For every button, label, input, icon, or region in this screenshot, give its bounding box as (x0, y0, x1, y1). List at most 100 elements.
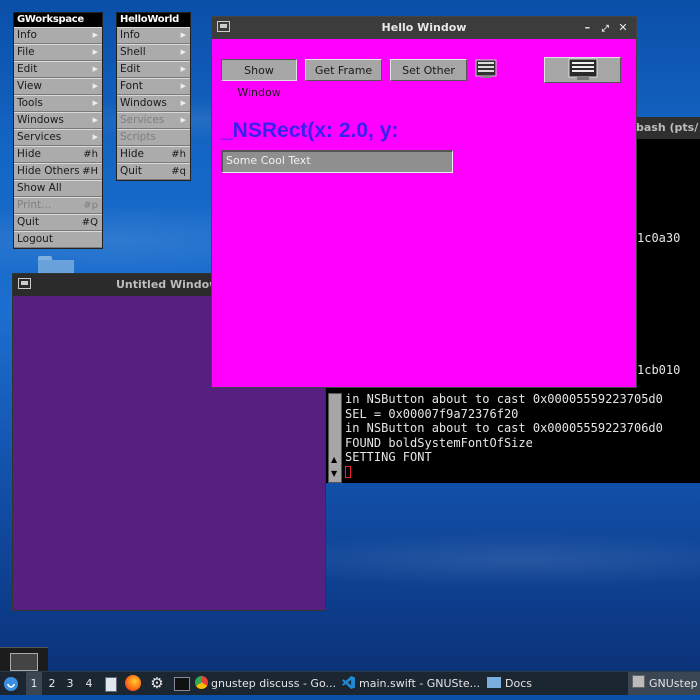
menu-item-edit[interactable]: Edit ▶ (117, 61, 190, 78)
hello-window-titlebar[interactable]: Hello Window – ⤢ ✕ (212, 17, 636, 39)
close-icon[interactable]: ✕ (616, 17, 630, 39)
menu-item-label: File (17, 46, 35, 58)
scroll-up-arrow-icon[interactable]: ▲ (331, 456, 339, 464)
menu-item-label: Shell (120, 46, 146, 58)
terminal-line: in NSButton about to cast 0x000055592237… (345, 392, 663, 406)
taskbar-task-docs[interactable]: Docs (487, 672, 547, 695)
menu-item-label: Services (120, 114, 165, 126)
gnustep-icon[interactable] (475, 59, 497, 79)
menu-item-show-all[interactable]: Show All (14, 180, 102, 197)
submenu-arrow-icon: ▶ (180, 116, 186, 124)
menu-item-label: Quit (17, 216, 39, 228)
menu-shortcut: #h (171, 149, 186, 160)
menu-item-label: Edit (17, 63, 38, 75)
menu-item-edit[interactable]: Edit ▶ (14, 61, 102, 78)
desktop-folder-icon[interactable] (38, 256, 74, 274)
terminal-partial-line-1: 1c0a30 (637, 231, 681, 245)
terminal-output: in NSButton about to cast 0x000055592237… (345, 392, 663, 478)
menu-item-hide[interactable]: Hide #h (117, 146, 190, 163)
menu-item-label: Info (120, 29, 140, 41)
menu-item-label: Edit (120, 63, 141, 75)
maximize-icon[interactable]: ⤢ (598, 18, 612, 40)
menu-item-quit[interactable]: Quit #q (117, 163, 190, 180)
taskbar-task-browser[interactable]: gnustep discuss - Go... (195, 672, 337, 695)
vscode-icon (342, 676, 355, 689)
submenu-arrow-icon: ▶ (92, 82, 98, 90)
workspace-3[interactable]: 3 (63, 672, 77, 695)
taskbar-task-gnustep[interactable]: GNUstep (628, 672, 700, 695)
workspace-1[interactable]: 1 (26, 672, 42, 695)
workspace-4[interactable]: 4 (82, 672, 96, 695)
start-menu-icon[interactable] (3, 672, 21, 695)
menu-item-label: Show All (17, 182, 62, 194)
terminal-line: SETTING FONT (345, 450, 432, 465)
task-label: main.swift - GNUSte... (359, 677, 481, 690)
menu-item-hide-others[interactable]: Hide Others #H (14, 163, 102, 180)
submenu-arrow-icon: ▶ (180, 31, 186, 39)
window-controls: – ⤢ ✕ (580, 17, 630, 39)
menu-item-windows[interactable]: Windows ▶ (14, 112, 102, 129)
window-icon (18, 278, 31, 289)
menu-item-scripts[interactable]: Scripts (117, 129, 190, 146)
terminal-icon[interactable] (172, 672, 190, 695)
menu-item-tools[interactable]: Tools ▶ (14, 95, 102, 112)
task-label: Docs (505, 677, 532, 690)
menu-item-label: Services (17, 131, 62, 143)
menu-shortcut: #q (171, 166, 186, 177)
menu-item-shell[interactable]: Shell ▶ (117, 44, 190, 61)
menu-item-label: Scripts (120, 131, 156, 143)
text-field[interactable]: Some Cool Text (221, 150, 453, 173)
terminal-partial-line-2: 1cb010 (637, 363, 681, 377)
submenu-arrow-icon: ▶ (92, 133, 98, 141)
cube-icon (632, 675, 645, 688)
dock-app-icon[interactable] (0, 647, 48, 672)
hello-window[interactable]: Hello Window – ⤢ ✕ Show Window Get Frame… (211, 16, 637, 388)
terminal-line: in NSButton about to cast 0x000055592237… (345, 421, 663, 436)
terminal-title: bash (pts/ (636, 121, 699, 134)
submenu-arrow-icon: ▶ (180, 65, 186, 73)
gworkspace-menu-title[interactable]: GWorkspace (14, 13, 102, 27)
submenu-arrow-icon: ▶ (92, 116, 98, 124)
menu-item-file[interactable]: File ▶ (14, 44, 102, 61)
terminal-line: SEL = 0x00007f9a72376f20 (345, 406, 519, 421)
helloworld-menu-title[interactable]: HelloWorld (117, 13, 190, 27)
menu-item-label: View (17, 80, 42, 92)
frame-heading: _NSRect(x: 2.0, y: (221, 119, 399, 142)
minimize-icon[interactable]: – (580, 17, 594, 39)
menu-item-label: Info (17, 29, 37, 41)
menu-item-font[interactable]: Font ▶ (117, 78, 190, 95)
settings-gear-icon[interactable]: ⚙ (148, 672, 166, 695)
submenu-arrow-icon: ▶ (92, 65, 98, 73)
menu-item-label: Print... (17, 199, 52, 211)
submenu-arrow-icon: ▶ (180, 82, 186, 90)
submenu-arrow-icon: ▶ (92, 31, 98, 39)
menu-item-logout[interactable]: Logout (14, 231, 102, 248)
scroll-down-arrow-icon[interactable]: ▼ (331, 470, 339, 478)
menu-item-label: Logout (17, 233, 53, 245)
menu-item-windows[interactable]: Windows ▶ (117, 95, 190, 112)
menu-item-view[interactable]: View ▶ (14, 78, 102, 95)
helloworld-menu: HelloWorld Info ▶ Shell ▶ Edit ▶ Font ▶ Windows ▶ S… (116, 12, 191, 181)
menu-item-quit[interactable]: Quit #Q (14, 214, 102, 231)
menu-item-services[interactable]: Services ▶ (14, 129, 102, 146)
taskbar-task-editor[interactable]: main.swift - GNUSte... (342, 672, 482, 695)
menu-item-info[interactable]: Info ▶ (14, 27, 102, 44)
set-other-button[interactable]: Set Other (390, 59, 467, 81)
firefox-icon[interactable] (124, 672, 142, 695)
menu-item-hide[interactable]: Hide #h (14, 146, 102, 163)
menu-item-print[interactable]: Print... #p (14, 197, 102, 214)
menu-shortcut: #H (82, 166, 98, 177)
file-manager-icon[interactable] (102, 672, 118, 695)
hello-window-title: Hello Window (381, 21, 467, 34)
submenu-arrow-icon: ▶ (92, 99, 98, 107)
show-window-button[interactable]: Show Window (221, 59, 297, 99)
get-frame-button[interactable]: Get Frame (305, 59, 382, 81)
gworkspace-menu: GWorkspace Info ▶ File ▶ Edit ▶ View ▶ Tools ▶ Wind… (13, 12, 103, 249)
image-button[interactable] (544, 57, 621, 83)
menu-item-label: Hide (17, 148, 41, 160)
menu-item-info[interactable]: Info ▶ (117, 27, 190, 44)
menu-item-label: Tools (17, 97, 43, 109)
menu-item-services[interactable]: Services ▶ (117, 112, 190, 129)
terminal-scrollbar[interactable]: ▲ ▼ (328, 393, 342, 483)
workspace-2[interactable]: 2 (45, 672, 59, 695)
